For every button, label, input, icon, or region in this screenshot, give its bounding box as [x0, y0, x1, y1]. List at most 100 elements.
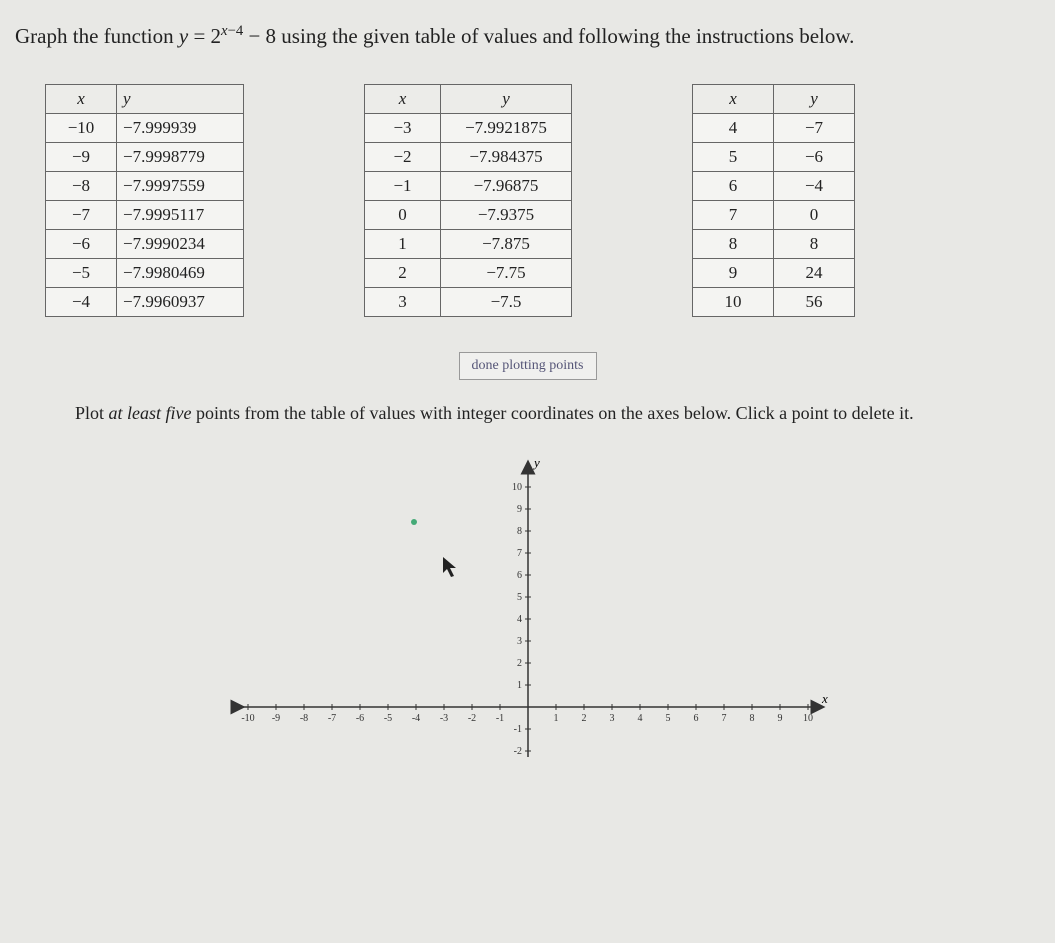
table-2-body: −3−7.9921875−2−7.984375−1−7.968750−7.937…: [365, 113, 572, 316]
table-row: 1−7.875: [365, 229, 572, 258]
table-header-x: x: [693, 84, 774, 113]
svg-text:-2: -2: [513, 746, 521, 757]
table-header-x: x: [46, 84, 117, 113]
table-cell: −7.75: [441, 258, 572, 287]
svg-text:4: 4: [517, 614, 522, 625]
svg-text:2: 2: [517, 658, 522, 669]
svg-text:1: 1: [517, 680, 522, 691]
table-row: −5−7.9980469: [46, 258, 244, 287]
question-text: Graph the function y = 2x−4 − 8 using th…: [15, 20, 1040, 54]
svg-text:-7: -7: [327, 713, 335, 724]
table-header-y: y: [441, 84, 572, 113]
graph-area[interactable]: y x -10-9-8-7-6-5-4-3-2-1123456789101234…: [15, 447, 1040, 767]
table-cell: 8: [774, 229, 855, 258]
svg-text:7: 7: [517, 548, 522, 559]
table-cell: 3: [365, 287, 441, 316]
svg-text:8: 8: [749, 713, 754, 724]
svg-text:9: 9: [777, 713, 782, 724]
table-cell: 9: [693, 258, 774, 287]
plotted-point[interactable]: [411, 519, 417, 525]
table-row: −1−7.96875: [365, 171, 572, 200]
table-cell: −6: [46, 229, 117, 258]
table-1: x y −10−7.999939−9−7.9998779−8−7.9997559…: [45, 84, 244, 317]
table-row: −3−7.9921875: [365, 113, 572, 142]
table-row: 88: [693, 229, 855, 258]
svg-text:-2: -2: [467, 713, 475, 724]
table-row: −6−7.9990234: [46, 229, 244, 258]
table-3: x y 4−75−66−470889241056: [692, 84, 855, 317]
svg-text:7: 7: [721, 713, 726, 724]
table-cell: 7: [693, 200, 774, 229]
table-row: −7−7.9995117: [46, 200, 244, 229]
svg-text:-3: -3: [439, 713, 447, 724]
table-cell: 1: [365, 229, 441, 258]
table-header-x: x: [365, 84, 441, 113]
svg-text:10: 10: [803, 713, 813, 724]
table-cell: −7.999939: [117, 113, 244, 142]
svg-text:10: 10: [512, 482, 522, 493]
table-1-body: −10−7.999939−9−7.9998779−8−7.9997559−7−7…: [46, 113, 244, 316]
table-cell: −7.875: [441, 229, 572, 258]
table-cell: −7: [774, 113, 855, 142]
table-cell: −8: [46, 171, 117, 200]
svg-text:1: 1: [553, 713, 558, 724]
table-cell: −10: [46, 113, 117, 142]
table-row: 4−7: [693, 113, 855, 142]
table-row: 6−4: [693, 171, 855, 200]
table-cell: 10: [693, 287, 774, 316]
table-header-y: y: [774, 84, 855, 113]
table-row: −8−7.9997559: [46, 171, 244, 200]
table-cell: −7.984375: [441, 142, 572, 171]
svg-text:-5: -5: [383, 713, 391, 724]
table-row: 0−7.9375: [365, 200, 572, 229]
table-cell: 4: [693, 113, 774, 142]
table-cell: −4: [774, 171, 855, 200]
table-cell: 5: [693, 142, 774, 171]
table-cell: −7.9990234: [117, 229, 244, 258]
svg-text:6: 6: [693, 713, 698, 724]
table-cell: −7.9997559: [117, 171, 244, 200]
table-cell: 56: [774, 287, 855, 316]
done-plotting-button[interactable]: done plotting points: [459, 352, 597, 380]
table-cell: 8: [693, 229, 774, 258]
svg-text:-1: -1: [495, 713, 503, 724]
table-cell: −7.9921875: [441, 113, 572, 142]
cursor-icon: [443, 557, 456, 577]
table-cell: −7.9375: [441, 200, 572, 229]
table-cell: −9: [46, 142, 117, 171]
table-header-y: y: [117, 84, 244, 113]
table-row: 3−7.5: [365, 287, 572, 316]
table-cell: 2: [365, 258, 441, 287]
table-cell: −7.96875: [441, 171, 572, 200]
table-cell: −7.9980469: [117, 258, 244, 287]
x-axis-label: x: [821, 691, 828, 706]
table-row: 924: [693, 258, 855, 287]
svg-text:-9: -9: [271, 713, 279, 724]
svg-text:-8: -8: [299, 713, 307, 724]
table-3-body: 4−75−66−470889241056: [693, 113, 855, 316]
table-row: 70: [693, 200, 855, 229]
table-row: 5−6: [693, 142, 855, 171]
table-cell: −6: [774, 142, 855, 171]
svg-text:8: 8: [517, 526, 522, 537]
table-cell: −7.9995117: [117, 200, 244, 229]
table-cell: 0: [365, 200, 441, 229]
table-cell: 24: [774, 258, 855, 287]
table-cell: −3: [365, 113, 441, 142]
table-cell: −7: [46, 200, 117, 229]
table-cell: −7.9998779: [117, 142, 244, 171]
svg-text:3: 3: [609, 713, 614, 724]
svg-text:5: 5: [665, 713, 670, 724]
table-row: 2−7.75: [365, 258, 572, 287]
svg-text:-6: -6: [355, 713, 363, 724]
svg-text:5: 5: [517, 592, 522, 603]
table-cell: −7.9960937: [117, 287, 244, 316]
table-cell: −2: [365, 142, 441, 171]
tables-container: x y −10−7.999939−9−7.9998779−8−7.9997559…: [15, 84, 1040, 317]
table-row: 1056: [693, 287, 855, 316]
table-row: −4−7.9960937: [46, 287, 244, 316]
table-row: −2−7.984375: [365, 142, 572, 171]
table-cell: 6: [693, 171, 774, 200]
coordinate-axes[interactable]: y x -10-9-8-7-6-5-4-3-2-1123456789101234…: [218, 447, 838, 767]
table-cell: −7.5: [441, 287, 572, 316]
